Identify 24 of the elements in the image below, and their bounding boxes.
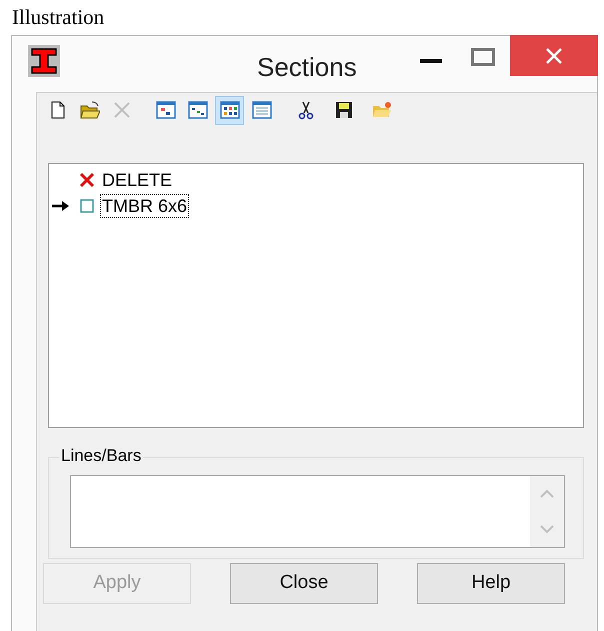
dialog-button[interactable]: Close — [230, 563, 378, 604]
sections-list[interactable]: DELETE TMBR 6x6 — [48, 163, 584, 428]
scroll-up-icon — [540, 489, 554, 498]
window-icon — [220, 100, 240, 120]
i-beam-icon — [28, 45, 60, 77]
close-window-button[interactable] — [510, 35, 598, 76]
toolbar-button[interactable] — [215, 96, 244, 124]
close-icon — [545, 46, 563, 64]
lines-bars-box[interactable] — [70, 475, 565, 548]
scroll-down-icon — [540, 524, 554, 534]
window-title: Sections — [257, 51, 357, 84]
folder-star-icon — [372, 100, 392, 120]
open-folder-icon — [80, 100, 100, 120]
cross-icon — [112, 100, 132, 120]
window-icon — [156, 100, 176, 120]
maximize-icon — [471, 48, 495, 66]
window-icon — [188, 100, 208, 120]
dialog-button[interactable]: Help — [417, 563, 565, 604]
figure-caption: Illustration — [11, 4, 104, 30]
list-item[interactable]: DELETE — [100, 168, 174, 192]
minimize-icon — [420, 59, 442, 63]
scrollbar[interactable] — [530, 476, 564, 547]
window-icon — [252, 100, 272, 120]
list-item[interactable]: TMBR 6x6 — [100, 194, 190, 218]
